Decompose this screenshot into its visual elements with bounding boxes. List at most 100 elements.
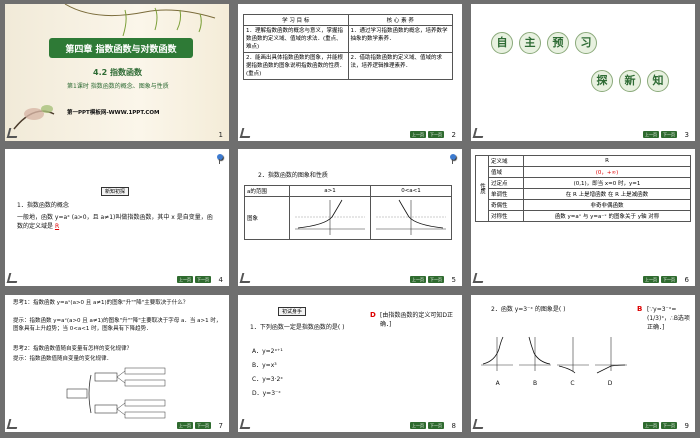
concept-heading: 1．指数函数的概念	[17, 202, 69, 209]
pin-icon	[450, 154, 456, 164]
prop-label: 单调性	[488, 188, 524, 200]
increasing-curve-graph	[295, 199, 365, 235]
option-a[interactable]: A．y=2ˣ⁺¹	[252, 347, 283, 356]
slide-nav-buttons: 上一页 下一页	[643, 276, 677, 283]
pin-icon	[217, 154, 223, 164]
answer-letter: B	[637, 305, 643, 313]
graph-increasing	[289, 196, 371, 240]
slide-thumbnail-6[interactable]: 性质 定义域 R 值域 (0，+∞) 过定点 (0,1)，即当 x=0 时，y=…	[471, 149, 695, 286]
char-box: 知	[647, 70, 669, 92]
slide-thumbnail-2[interactable]: 学 习 目 标 核 心 素 养 1．理解指数函数的概念与意义，掌握指数函数的定义…	[238, 4, 462, 141]
answer-explanation: [∵y=3⁻ˣ=(1/3)ˣ，∴B选项正确．]	[647, 306, 690, 331]
prop-value: 非奇非偶函数	[523, 199, 691, 211]
slide-number: 3	[684, 131, 689, 139]
option-a[interactable]: A	[496, 379, 500, 388]
goal-1: 1．理解指数函数的概念与意义，掌握指数函数的定义域、值域的求法．(重点、难点)	[243, 25, 349, 53]
section-title: 4.2 指数函数	[93, 68, 142, 77]
slide-thumbnail-8[interactable]: 初试身手 1．下列函数一定是指数函数的是( ) A．y=2ˣ⁺¹ B．y=x³ …	[238, 295, 462, 432]
core-header: 核 心 素 养	[347, 14, 453, 26]
next-page-button[interactable]: 下一页	[661, 276, 677, 283]
slide-thumbnail-9[interactable]: 2．函数 y=3⁻ˣ 的图象是( ) A B C D B [∵y=3⁻ˣ=(1/…	[471, 295, 695, 432]
prev-page-button[interactable]: 上一页	[177, 422, 193, 429]
slide-thumbnail-4[interactable]: 新知初探 1．指数函数的概念 一般地，函数 y=aˣ (a>0，且 a≠1)叫做…	[5, 149, 229, 286]
option-b[interactable]: B．y=x³	[252, 361, 277, 370]
chapter-title: 第四章 指数函数与对数函数	[65, 45, 177, 55]
section-tag: 初试身手	[278, 307, 307, 316]
graph-heading: 2．指数函数的图象和性质	[258, 172, 328, 179]
prev-page-button[interactable]: 上一页	[643, 131, 659, 138]
slide-corner-icon	[239, 128, 253, 138]
slide-number: 4	[218, 276, 223, 284]
prev-page-button[interactable]: 上一页	[177, 276, 193, 283]
think-1: 思考1：指数函数 y=aˣ(a>0 且 a≠1)的图象"升""降"主要取决于什么…	[13, 300, 189, 306]
prop-value: R	[523, 155, 691, 167]
slide-thumbnail-7[interactable]: 思考1：指数函数 y=aˣ(a>0 且 a≠1)的图象"升""降"主要取决于什么…	[5, 295, 229, 432]
option-c[interactable]: C．y=3·2ˣ	[252, 375, 283, 384]
slide-nav-buttons: 上一页 下一页	[643, 422, 677, 429]
prev-page-button[interactable]: 上一页	[410, 276, 426, 283]
question-text: 1．下列函数一定是指数函数的是( )	[250, 324, 345, 331]
prop-value: (0，+∞)	[523, 166, 691, 178]
option-c[interactable]: C	[570, 379, 574, 388]
prev-page-button[interactable]: 上一页	[643, 422, 659, 429]
slide-corner-icon	[472, 128, 486, 138]
option-d[interactable]: D．y=3⁻ˣ	[252, 389, 281, 398]
properties-side-label: 性质	[475, 155, 489, 222]
hint-2: 提示：指数函数值随自变量的变化规律．	[13, 356, 113, 362]
slide-corner-icon	[239, 273, 253, 283]
next-page-button[interactable]: 下一页	[428, 276, 444, 283]
slide-corner-icon	[472, 273, 486, 283]
decreasing-curve-graph	[376, 199, 446, 235]
slide-number: 2	[451, 131, 456, 139]
next-page-button[interactable]: 下一页	[195, 422, 211, 429]
goal-header: 学 习 目 标	[243, 14, 349, 26]
slide-nav-buttons: 上一页 下一页	[643, 131, 677, 138]
slide-number: 1	[218, 131, 223, 139]
concept-body: 一般地，函数 y=aˣ (a>0，且 a≠1)叫做指数函数，其中 x 是自变量，…	[17, 213, 217, 231]
think-2: 思考2：指数函数值随自变量有怎样的变化规律？	[13, 346, 133, 352]
char-box: 新	[619, 70, 641, 92]
slide-nav-buttons: 上一页 下一页	[410, 276, 444, 283]
slide-thumbnail-5[interactable]: 2．指数函数的图象和性质 a的范围 a>1 0<a<1 图象 上一页 下一页 5	[238, 149, 462, 286]
lesson-title: 第1课时 指数函数的概念、图象与性质	[67, 83, 169, 90]
prev-page-button[interactable]: 上一页	[643, 276, 659, 283]
char-box: 自	[491, 32, 513, 54]
graph-table: a的范围 a>1 0<a<1 图象	[244, 185, 452, 240]
slide-thumbnail-1[interactable]: 第四章 指数函数与对数函数 4.2 指数函数 第1课时 指数函数的概念、图象与性…	[5, 4, 229, 141]
slide-thumbnail-3[interactable]: 自 主 预 习 探 新 知 上一页 下一页 3	[471, 4, 695, 141]
goal-2: 2．能画出具体指数函数的图象，并能根据指数函数的图象说明指数函数的性质．(重点)	[243, 52, 349, 80]
prop-value: 在 R 上是增函数 在 R 上是减函数	[523, 188, 691, 200]
answer-explanation: [由指数函数的定义可知D正确．]	[380, 312, 453, 328]
slide-corner-icon	[239, 419, 253, 429]
char-box: 探	[591, 70, 613, 92]
graph-decreasing	[370, 196, 452, 240]
graph-d	[595, 337, 627, 374]
option-labels: A B C D	[479, 379, 629, 388]
core-1: 1．通过学习指数函数的概念，培养数学抽象的数学素养．	[347, 25, 453, 53]
char-box: 主	[519, 32, 541, 54]
ink-flower-decoration	[13, 105, 55, 130]
core-2: 2．借助指数函数的定义域、值域的求法，培养逻辑推理素养．	[347, 52, 453, 80]
next-page-button[interactable]: 下一页	[428, 422, 444, 429]
slide-number: 7	[218, 422, 223, 430]
hint-1: 提示：指数函数 y=aˣ(a>0 且 a≠1)的图象"升""降"主要取决于字母 …	[13, 318, 222, 332]
prev-page-button[interactable]: 上一页	[410, 422, 426, 429]
range-header: a的范围	[244, 185, 290, 197]
next-page-button[interactable]: 下一页	[661, 131, 677, 138]
graph-row-label: 图象	[244, 196, 290, 240]
next-page-button[interactable]: 下一页	[428, 131, 444, 138]
char-box: 习	[575, 32, 597, 54]
char-box: 预	[547, 32, 569, 54]
website-text: 第一PPT模板网-WWW.1PPT.COM	[67, 110, 160, 116]
next-page-button[interactable]: 下一页	[195, 276, 211, 283]
slide-nav-buttons: 上一页 下一页	[177, 422, 211, 429]
slide-nav-buttons: 上一页 下一页	[410, 422, 444, 429]
option-d[interactable]: D	[608, 379, 613, 388]
slide-number: 8	[451, 422, 456, 430]
next-page-button[interactable]: 下一页	[661, 422, 677, 429]
prev-page-button[interactable]: 上一页	[410, 131, 426, 138]
prop-label: 过定点	[488, 177, 524, 189]
slide-corner-icon	[6, 419, 20, 429]
variation-diagram	[66, 367, 166, 419]
option-b[interactable]: B	[533, 379, 537, 388]
